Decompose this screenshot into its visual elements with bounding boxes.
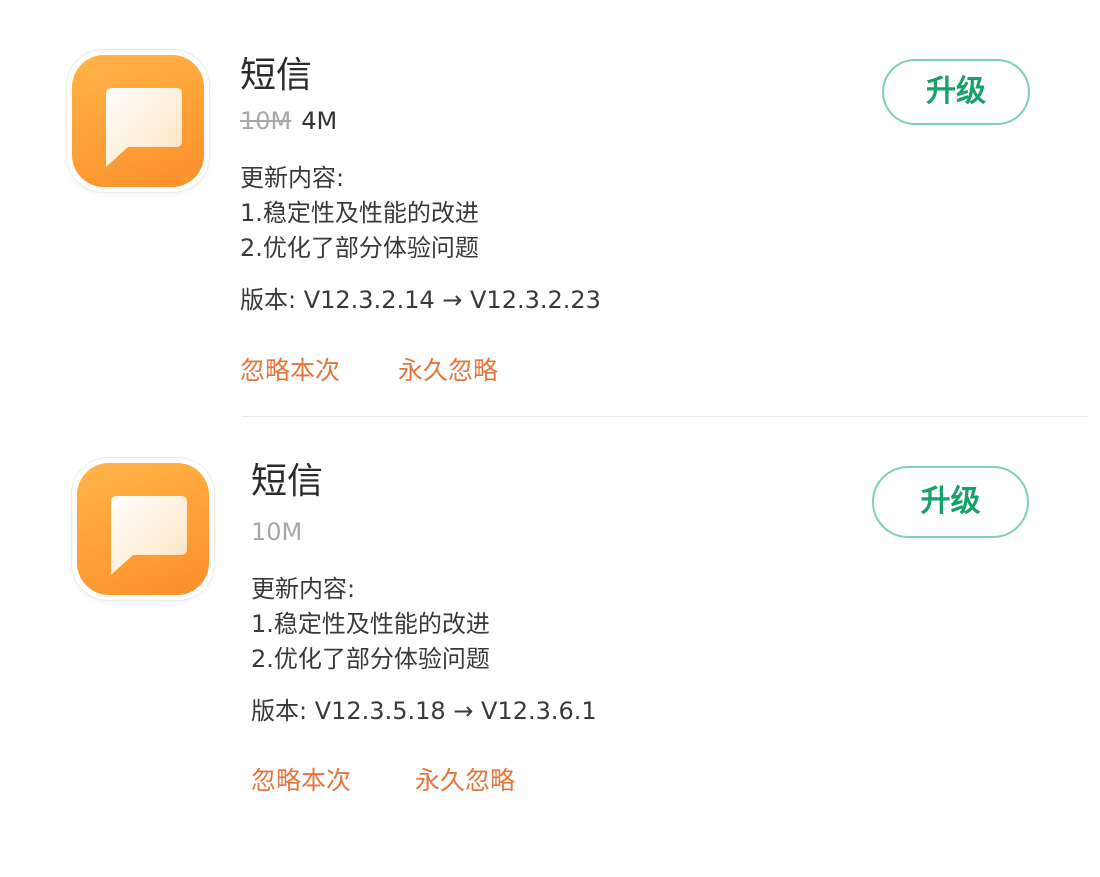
notes-item: 1.稳定性及性能的改进 bbox=[251, 610, 490, 638]
old-size: 10M bbox=[240, 107, 292, 135]
version-info: 版本: V12.3.5.18 → V12.3.6.1 bbox=[251, 697, 597, 725]
ignore-once-button[interactable]: 忽略本次 bbox=[240, 356, 340, 386]
notes-heading: 更新内容: bbox=[240, 164, 345, 192]
new-size: 4M bbox=[301, 107, 338, 135]
notes-item: 2.优化了部分体验问题 bbox=[240, 234, 479, 262]
upgrade-button[interactable]: 升级 bbox=[882, 59, 1030, 125]
app-title: 短信 bbox=[240, 55, 313, 96]
ignore-forever-button[interactable]: 永久忽略 bbox=[415, 766, 515, 796]
ignore-forever-button[interactable]: 永久忽略 bbox=[398, 356, 498, 386]
ignore-once-button[interactable]: 忽略本次 bbox=[251, 766, 351, 796]
notes-item: 1.稳定性及性能的改进 bbox=[240, 199, 479, 227]
upgrade-button[interactable]: 升级 bbox=[872, 466, 1029, 538]
divider bbox=[242, 416, 1089, 417]
size-info: 10M bbox=[251, 517, 302, 547]
message-app-icon bbox=[72, 458, 214, 600]
app-title: 短信 bbox=[251, 461, 324, 502]
size-info: 10M 4M bbox=[240, 106, 337, 136]
update-actions: 忽略本次 永久忽略 bbox=[251, 766, 515, 796]
update-actions: 忽略本次 永久忽略 bbox=[240, 356, 498, 386]
app-size: 10M bbox=[251, 518, 303, 546]
version-info: 版本: V12.3.2.14 → V12.3.2.23 bbox=[240, 286, 601, 314]
update-notes: 更新内容: 1.稳定性及性能的改进 2.优化了部分体验问题 bbox=[240, 161, 479, 266]
update-notes: 更新内容: 1.稳定性及性能的改进 2.优化了部分体验问题 bbox=[251, 572, 490, 677]
notes-item: 2.优化了部分体验问题 bbox=[251, 645, 490, 673]
notes-heading: 更新内容: bbox=[251, 575, 356, 603]
message-app-icon bbox=[67, 50, 209, 192]
